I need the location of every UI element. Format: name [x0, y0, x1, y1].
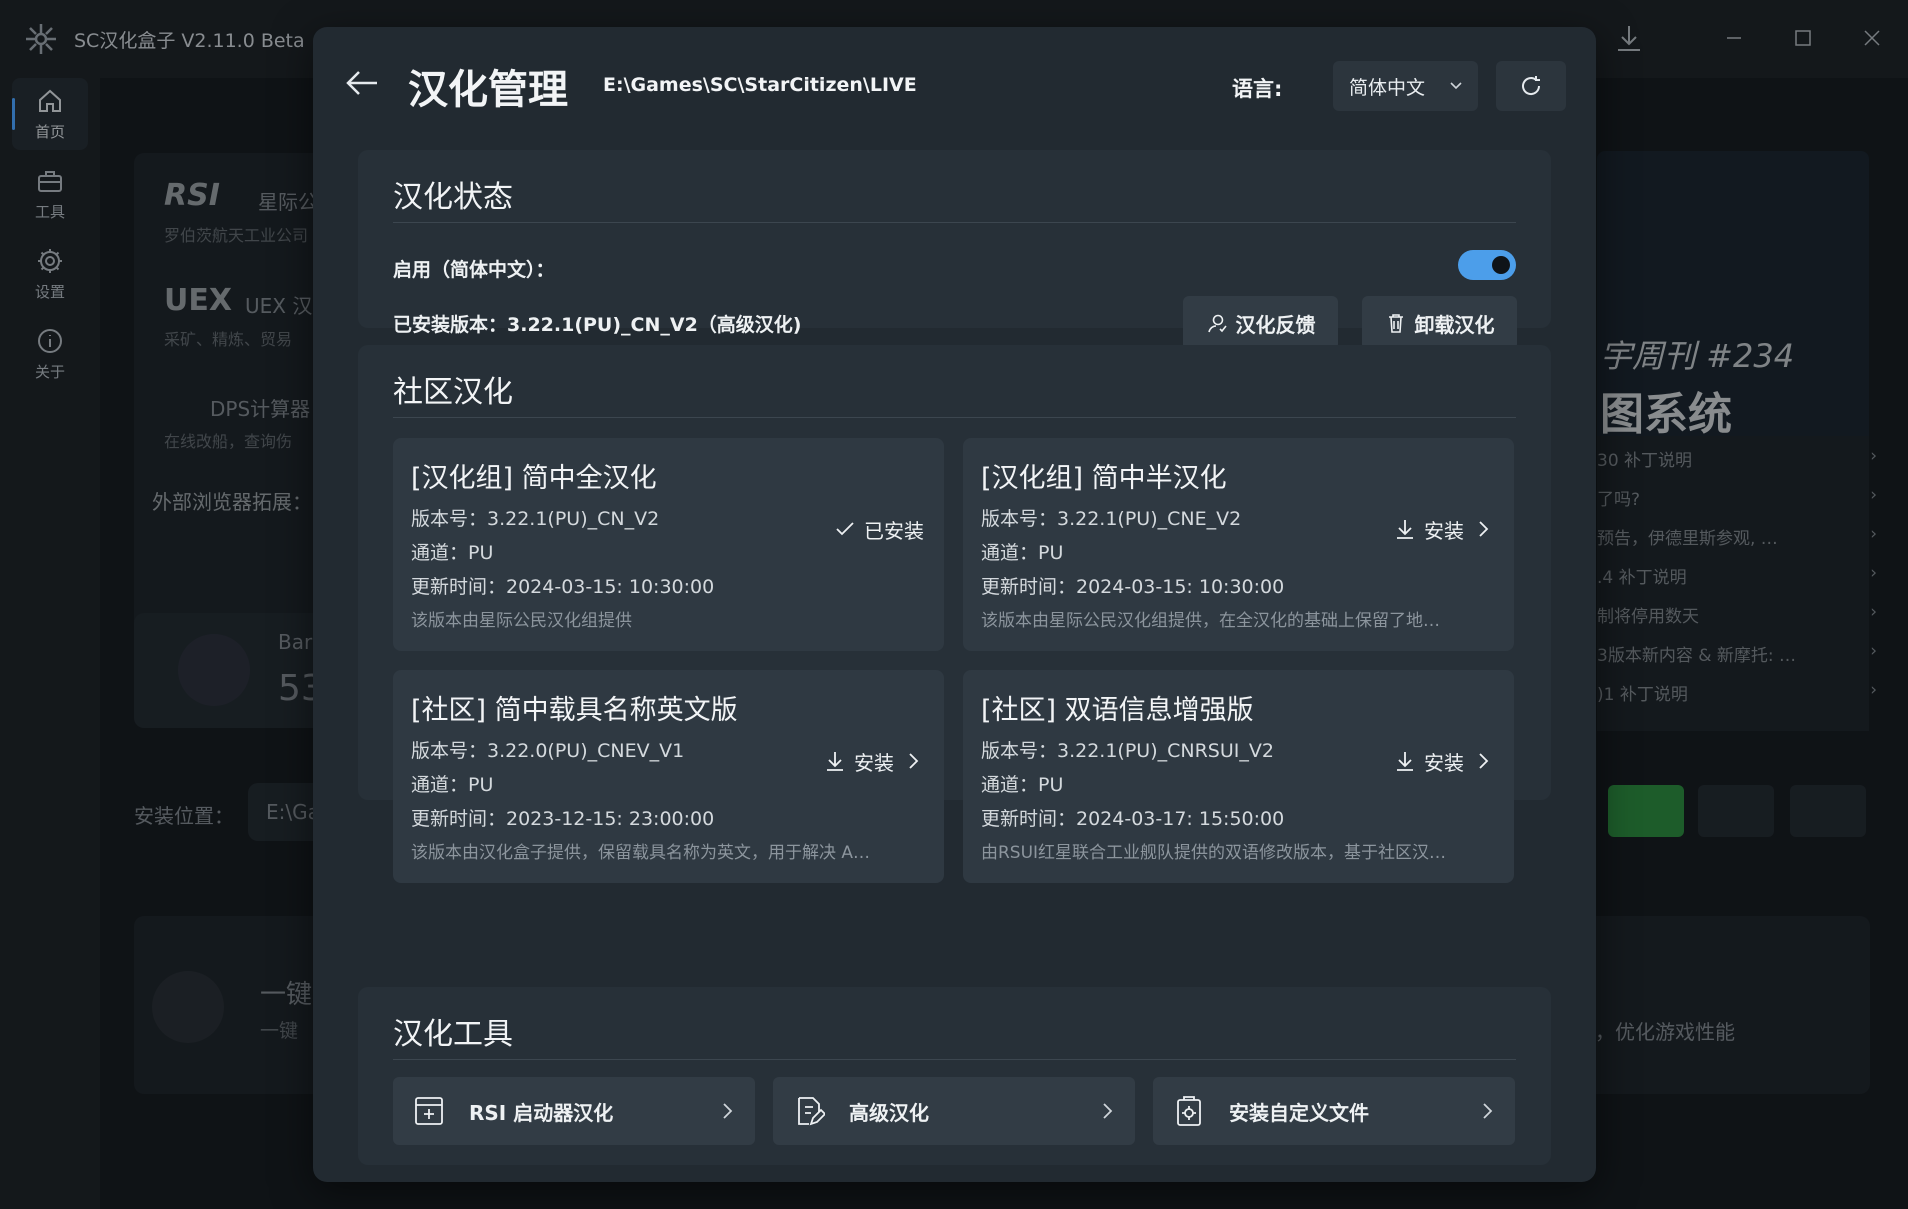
chevron-right-icon	[723, 1103, 733, 1119]
chevron-right-icon	[1479, 753, 1489, 769]
download-icon	[1397, 520, 1413, 539]
download-icon	[1397, 752, 1413, 771]
chevron-right-icon	[1479, 521, 1489, 537]
advanced-localize-button[interactable]: 高级汉化	[773, 1077, 1135, 1145]
divider	[393, 417, 1516, 418]
feedback-icon	[1207, 314, 1227, 333]
section-title: 汉化状态	[393, 180, 513, 215]
localization-card[interactable]: [汉化组] 简中全汉化 版本号：3.22.1(PU)_CN_V2 通道：PU 更…	[393, 438, 944, 651]
download-icon	[827, 752, 843, 771]
card-desc: 该版本由汉化盒子提供，保留载具名称为英文，用于解决 A…	[411, 843, 871, 863]
tools-section: 汉化工具 RSI 启动器汉化 高级汉化 安装自定义文件	[358, 987, 1551, 1165]
localization-card[interactable]: [社区] 双语信息增强版 版本号：3.22.1(PU)_CNRSUI_V2 通道…	[963, 670, 1514, 883]
localization-card[interactable]: [社区] 简中载具名称英文版 版本号：3.22.0(PU)_CNEV_V1 通道…	[393, 670, 944, 883]
language-select[interactable]: 简体中文	[1333, 61, 1478, 111]
card-channel: 通道：PU	[981, 542, 1064, 564]
installed-version: 已安装版本：3.22.1(PU)_CN_V2（高级汉化)	[393, 314, 802, 336]
community-section: 社区汉化 [汉化组] 简中全汉化 版本号：3.22.1(PU)_CN_V2 通道…	[358, 345, 1551, 883]
language-label: 语言:	[1232, 77, 1283, 101]
rsi-launcher-localize-button[interactable]: RSI 启动器汉化	[393, 1077, 755, 1145]
install-button[interactable]: 安装	[1394, 514, 1494, 544]
tool-label: 高级汉化	[849, 1100, 929, 1125]
enabled-label: 启用（简体中文）：	[393, 259, 555, 281]
check-icon	[836, 522, 854, 536]
feedback-label: 汉化反馈	[1235, 312, 1316, 337]
chevron-down-icon	[1450, 82, 1462, 90]
game-path: E:\Games\SC\StarCitizen\LIVE	[603, 74, 917, 96]
status-section: 汉化状态 启用（简体中文）： 已安装版本：3.22.1(PU)_CN_V2（高级…	[358, 150, 1551, 350]
card-updated: 更新时间：2024-03-15: 10:30:00	[411, 576, 715, 598]
tool-label: RSI 启动器汉化	[469, 1100, 614, 1125]
card-action-label: 安装	[1424, 750, 1464, 775]
install-button[interactable]: 安装	[1394, 746, 1494, 776]
install-custom-file-button[interactable]: 安装自定义文件	[1153, 1077, 1515, 1145]
card-title: [汉化组] 简中半汉化	[981, 463, 1227, 494]
card-action-label: 安装	[854, 750, 894, 775]
chevron-right-icon	[1483, 1103, 1493, 1119]
divider	[393, 1059, 1516, 1060]
uninstall-button[interactable]: 卸载汉化	[1362, 296, 1517, 350]
card-desc: 该版本由星际公民汉化组提供	[411, 611, 632, 631]
app-window: SC汉化盒子 V2.11.0 Beta 首页 工具 设置 关于 RSI 星际公 …	[0, 0, 1908, 1209]
section-title: 社区汉化	[393, 375, 513, 410]
localization-card[interactable]: [汉化组] 简中半汉化 版本号：3.22.1(PU)_CNE_V2 通道：PU …	[963, 438, 1514, 651]
launcher-add-icon	[415, 1097, 443, 1125]
localization-dialog: 汉化管理 E:\Games\SC\StarCitizen\LIVE 语言: 简体…	[313, 27, 1596, 1182]
card-action-label: 安装	[1424, 518, 1464, 543]
feedback-button[interactable]: 汉化反馈	[1183, 296, 1338, 350]
card-version: 版本号：3.22.0(PU)_CNEV_V1	[411, 740, 685, 762]
card-desc: 由RSUI红星联合工业舰队提供的双语修改版本，基于社区汉…	[981, 843, 1447, 863]
edit-doc-icon	[798, 1097, 825, 1126]
card-channel: 通道：PU	[411, 774, 494, 796]
card-desc: 该版本由星际公民汉化组提供，在全汉化的基础上保留了地…	[981, 611, 1440, 631]
card-updated: 更新时间：2024-03-17: 15:50:00	[981, 808, 1285, 830]
card-action-label: 已安装	[864, 518, 924, 543]
uninstall-label: 卸载汉化	[1414, 312, 1495, 337]
clipboard-gear-icon	[1177, 1096, 1201, 1126]
card-version: 版本号：3.22.1(PU)_CNRSUI_V2	[981, 740, 1274, 762]
card-channel: 通道：PU	[981, 774, 1064, 796]
card-updated: 更新时间：2023-12-15: 23:00:00	[411, 808, 715, 830]
card-title: [社区] 双语信息增强版	[981, 695, 1254, 726]
chevron-right-icon	[909, 753, 919, 769]
install-button[interactable]: 安装	[824, 746, 924, 776]
page-title: 汉化管理	[408, 67, 568, 113]
card-title: [汉化组] 简中全汉化	[411, 463, 657, 494]
refresh-icon	[1522, 76, 1541, 95]
card-updated: 更新时间：2024-03-15: 10:30:00	[981, 576, 1285, 598]
section-title: 汉化工具	[393, 1017, 513, 1052]
back-arrow-icon[interactable]	[343, 63, 383, 103]
refresh-button[interactable]	[1496, 61, 1566, 111]
installed-status: 已安装	[834, 514, 924, 544]
enable-toggle[interactable]	[1458, 250, 1516, 280]
card-version: 版本号：3.22.1(PU)_CNE_V2	[981, 508, 1242, 530]
card-version: 版本号：3.22.1(PU)_CN_V2	[411, 508, 660, 530]
card-title: [社区] 简中载具名称英文版	[411, 695, 738, 726]
tool-label: 安装自定义文件	[1229, 1100, 1369, 1125]
trash-icon	[1388, 314, 1403, 333]
language-select-value: 简体中文	[1349, 76, 1426, 99]
divider	[393, 222, 1516, 223]
chevron-right-icon	[1103, 1103, 1113, 1119]
card-channel: 通道：PU	[411, 542, 494, 564]
